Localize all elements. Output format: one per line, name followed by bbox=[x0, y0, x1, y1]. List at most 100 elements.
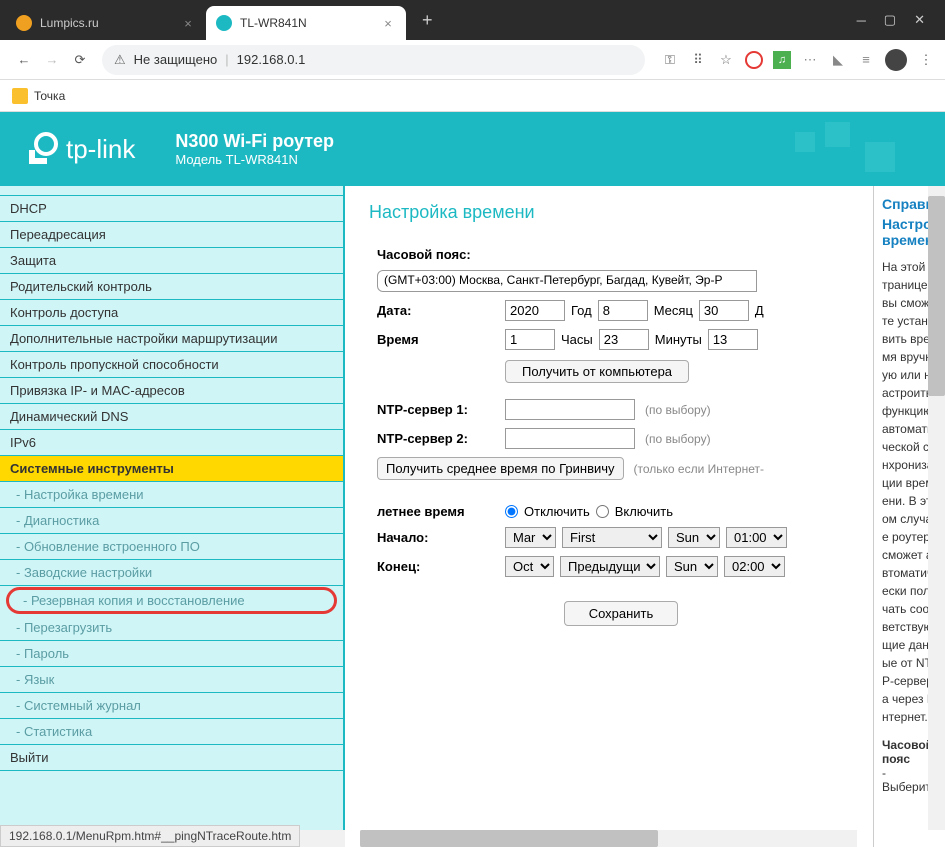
month-input[interactable] bbox=[598, 300, 648, 321]
bookmarks-bar: Точка bbox=[0, 80, 945, 112]
year-input[interactable] bbox=[505, 300, 565, 321]
model-info: N300 Wi-Fi роутер Модель TL-WR841N bbox=[175, 131, 334, 167]
browser-titlebar: Lumpics.ru × TL-WR841N × + ─ ▢ ✕ bbox=[0, 0, 945, 40]
hour-label: Часы bbox=[561, 332, 593, 347]
day-input[interactable] bbox=[699, 300, 749, 321]
sidebar-item[interactable]: - Резервная копия и восстановление bbox=[6, 587, 337, 614]
start-day-select[interactable]: Sun bbox=[668, 527, 720, 548]
sidebar-item[interactable]: Контроль доступа bbox=[0, 300, 343, 326]
opera-ext-icon[interactable] bbox=[745, 51, 763, 69]
second-input[interactable] bbox=[708, 329, 758, 350]
start-label: Начало: bbox=[377, 530, 505, 545]
save-button[interactable]: Сохранить bbox=[564, 601, 679, 626]
get-from-pc-button[interactable]: Получить от компьютера bbox=[505, 360, 689, 383]
sidebar-item[interactable]: Гостевая сеть bbox=[0, 186, 343, 196]
sidebar-item[interactable]: Контроль пропускной способности bbox=[0, 352, 343, 378]
translate-icon[interactable]: ⠿ bbox=[689, 51, 707, 69]
sidebar-item[interactable]: - Статистика bbox=[0, 719, 343, 745]
address-bar: ← → ⟳ ⚠ Не защищено | 192.168.0.1 ⚿ ⠿ ☆ … bbox=[0, 40, 945, 80]
browser-status-bar: 192.168.0.1/MenuRpm.htm#__pingNTraceRout… bbox=[0, 825, 300, 847]
end-day-select[interactable]: Sun bbox=[666, 556, 718, 577]
tab-title: TL-WR841N bbox=[240, 16, 374, 30]
sidebar-item[interactable]: - Системный журнал bbox=[0, 693, 343, 719]
back-button[interactable]: ← bbox=[10, 46, 38, 74]
dst-on-label: Включить bbox=[615, 504, 673, 519]
start-month-select[interactable]: Mar bbox=[505, 527, 556, 548]
sidebar-item[interactable]: Переадресация bbox=[0, 222, 343, 248]
ext-icon[interactable]: ⋯ bbox=[801, 51, 819, 69]
dst-on-radio[interactable] bbox=[596, 505, 609, 518]
minimize-icon[interactable]: ─ bbox=[857, 13, 866, 28]
browser-tab[interactable]: Lumpics.ru × bbox=[6, 6, 206, 40]
sidebar-item[interactable]: Системные инструменты bbox=[0, 456, 343, 482]
bookmark-label: Точка bbox=[34, 89, 65, 103]
end-hour-select[interactable]: 02:00 bbox=[724, 556, 785, 577]
sidebar-item[interactable]: Дополнительные настройки маршрутизации bbox=[0, 326, 343, 352]
close-icon[interactable]: × bbox=[180, 15, 196, 31]
ntp2-input[interactable] bbox=[505, 428, 635, 449]
music-ext-icon[interactable]: ♫ bbox=[773, 51, 791, 69]
model-number: Модель TL-WR841N bbox=[175, 152, 334, 167]
sidebar-item[interactable]: - Диагностика bbox=[0, 508, 343, 534]
sidebar-item[interactable]: Защита bbox=[0, 248, 343, 274]
start-hour-select[interactable]: 01:00 bbox=[726, 527, 787, 548]
new-tab-button[interactable]: + bbox=[414, 6, 441, 35]
ntp1-label: NTP-сервер 1: bbox=[377, 402, 505, 417]
sidebar-item[interactable]: Динамический DNS bbox=[0, 404, 343, 430]
reload-button[interactable]: ⟳ bbox=[66, 46, 94, 74]
sidebar-menu: Гостевая сетьDHCPПереадресацияЗащитаРоди… bbox=[0, 186, 345, 847]
dst-off-label: Отключить bbox=[524, 504, 590, 519]
ext-icon-2[interactable]: ◣ bbox=[829, 51, 847, 69]
start-week-select[interactable]: First bbox=[562, 527, 662, 548]
sidebar-item[interactable]: - Обновление встроенного ПО bbox=[0, 534, 343, 560]
browser-tab-active[interactable]: TL-WR841N × bbox=[206, 6, 406, 40]
dst-off-radio[interactable] bbox=[505, 505, 518, 518]
end-label: Конец: bbox=[377, 559, 505, 574]
ntp2-label: NTP-сервер 2: bbox=[377, 431, 505, 446]
maximize-icon[interactable]: ▢ bbox=[884, 12, 896, 28]
favicon-icon bbox=[16, 15, 32, 31]
insecure-label: Не защищено bbox=[134, 52, 218, 67]
timezone-label: Часовой пояс: bbox=[377, 247, 505, 262]
sidebar-item[interactable]: DHCP bbox=[0, 196, 343, 222]
vertical-scrollbar[interactable] bbox=[928, 186, 945, 830]
ntp-optional: (по выбору) bbox=[645, 403, 711, 417]
forward-button[interactable]: → bbox=[38, 46, 66, 74]
date-label: Дата: bbox=[377, 303, 505, 318]
ntp-optional: (по выбору) bbox=[645, 432, 711, 446]
sidebar-item[interactable]: - Перезагрузить bbox=[0, 615, 343, 641]
main-content: Настройка времени Часовой пояс: (GMT+03:… bbox=[345, 186, 945, 847]
minute-input[interactable] bbox=[599, 329, 649, 350]
sidebar-item[interactable]: - Язык bbox=[0, 667, 343, 693]
end-week-select[interactable]: Предыдущий bbox=[560, 556, 660, 577]
get-gmt-button[interactable]: Получить среднее время по Гринвичу bbox=[377, 457, 624, 480]
star-icon[interactable]: ☆ bbox=[717, 51, 735, 69]
bookmark-item[interactable]: Точка bbox=[12, 88, 65, 104]
sidebar-item[interactable]: Родительский контроль bbox=[0, 274, 343, 300]
ntp1-input[interactable] bbox=[505, 399, 635, 420]
avatar[interactable] bbox=[885, 49, 907, 71]
sidebar-item[interactable]: - Пароль bbox=[0, 641, 343, 667]
month-label: Месяц bbox=[654, 303, 693, 318]
end-month-select[interactable]: Oct bbox=[505, 556, 554, 577]
sidebar-item[interactable]: - Настройка времени bbox=[0, 482, 343, 508]
hour-input[interactable] bbox=[505, 329, 555, 350]
url-input[interactable]: ⚠ Не защищено | 192.168.0.1 bbox=[102, 45, 645, 75]
timezone-select[interactable]: (GMT+03:00) Москва, Санкт-Петербург, Баг… bbox=[377, 270, 757, 292]
main-scrollbar[interactable] bbox=[360, 830, 857, 847]
decor-pattern bbox=[795, 122, 915, 182]
year-label: Год bbox=[571, 303, 592, 318]
sidebar-item[interactable]: Привязка IP- и MAC-адресов bbox=[0, 378, 343, 404]
close-icon[interactable]: × bbox=[380, 15, 396, 31]
sidebar-item[interactable]: IPv6 bbox=[0, 430, 343, 456]
sidebar-item[interactable]: - Заводские настройки bbox=[0, 560, 343, 586]
minute-label: Минуты bbox=[655, 332, 702, 347]
close-window-icon[interactable]: ✕ bbox=[914, 12, 925, 28]
sidebar-item[interactable]: Выйти bbox=[0, 745, 343, 771]
key-icon[interactable]: ⚿ bbox=[661, 51, 679, 69]
menu-icon[interactable]: ⋮ bbox=[917, 51, 935, 69]
ext-icon-3[interactable]: ≡ bbox=[857, 51, 875, 69]
page-title: Настройка времени bbox=[369, 202, 865, 223]
insecure-icon: ⚠ bbox=[114, 52, 126, 68]
url-text: 192.168.0.1 bbox=[237, 52, 306, 67]
